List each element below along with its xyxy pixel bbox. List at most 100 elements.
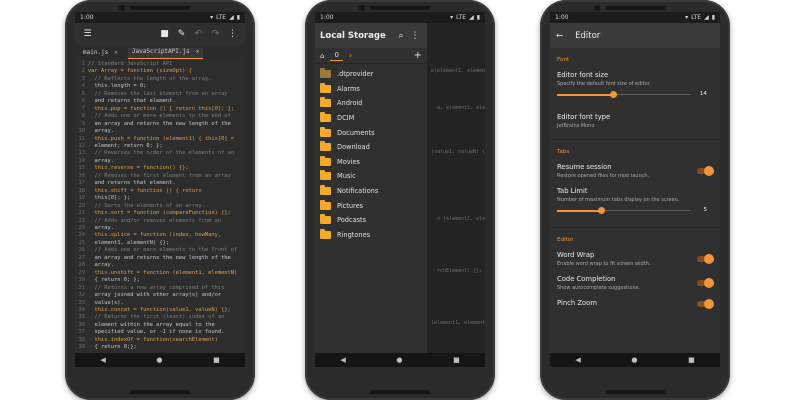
back-icon[interactable]: ◀ [575, 356, 580, 364]
code-text: { return 0;}; [88, 344, 137, 351]
file-list-item[interactable]: Ringtones [315, 228, 427, 243]
line-number: 23 [78, 224, 86, 231]
file-list-item[interactable]: DCIM [315, 111, 427, 126]
resume-session-toggle[interactable] [697, 166, 714, 176]
code-line: 21 this.sort = function (compareFunction… [75, 210, 245, 217]
line-number: 19 [78, 195, 86, 202]
setting-resume-session[interactable]: Resume session Restore opened files for … [550, 159, 720, 183]
section-header-editor: Editor [557, 237, 574, 243]
back-icon[interactable]: ◀ [100, 356, 105, 364]
code-text: var Array = function (sizeOpt) { [88, 68, 192, 75]
close-icon[interactable]: ✕ [114, 49, 118, 56]
front-camera [119, 5, 125, 11]
slider-thumb[interactable] [610, 91, 618, 98]
code-text: // Reverses the order of the elements of… [88, 150, 235, 157]
file-list-item[interactable]: Movies [315, 155, 427, 170]
more-options-icon[interactable]: ⋮ [408, 31, 422, 41]
line-number: 37 [78, 329, 86, 336]
file-list-item[interactable]: Android [315, 96, 427, 111]
file-list-item[interactable]: Alarms [315, 82, 427, 97]
battery-icon: ▮ [711, 14, 715, 21]
slider-value: 14 [699, 91, 707, 97]
pinch-zoom-toggle[interactable] [697, 299, 714, 309]
add-icon[interactable]: + [414, 50, 422, 61]
home-icon[interactable]: ● [396, 356, 402, 364]
tab-limit-slider[interactable]: 5 [557, 205, 707, 217]
file-list-item[interactable]: Podcasts [315, 213, 427, 228]
line-number: 29 [78, 269, 86, 276]
tab-main-js[interactable]: main.js ✕ [79, 49, 122, 59]
file-list-item[interactable]: Notifications [315, 184, 427, 199]
section-header-font: Font [557, 57, 570, 63]
code-line: 16 // Removes the first element from an … [75, 173, 245, 180]
code-editor-area[interactable]: 1// Standard JavaScript API 2 var Array = … [75, 59, 245, 353]
speaker-grille [605, 6, 665, 10]
code-text: and returns that element. [88, 180, 176, 187]
line-number: 34 [78, 306, 86, 313]
file-list-item[interactable]: Documents [315, 125, 427, 140]
file-list-item[interactable]: Music [315, 169, 427, 184]
back-icon[interactable]: ◀ [340, 356, 345, 364]
search-icon[interactable]: ⌕ [394, 31, 408, 41]
code-line: 34 this.concat = function(value1, valueN… [75, 307, 245, 314]
wifi-icon: ▾ [685, 14, 689, 21]
code-text: array. [88, 224, 114, 231]
code-line: 30 { return 0; }; [75, 277, 245, 284]
setting-code-completion[interactable]: Code Completion Show autocomplete sugges… [550, 271, 720, 295]
recents-icon[interactable]: ■ [213, 356, 220, 364]
setting-font-size[interactable]: Editor font size Specify the default fon… [550, 67, 720, 105]
more-options-icon[interactable]: ⋮ [224, 29, 241, 39]
home-icon[interactable]: ● [156, 356, 162, 364]
setting-font-type[interactable]: Editor font type JetBrains Mono [550, 105, 720, 133]
slider-thumb[interactable] [598, 207, 606, 214]
home-icon[interactable]: ⌂ [320, 52, 324, 60]
menu-icon[interactable]: ☰ [79, 29, 96, 39]
phone-file-explorer: 1:00 ▾LTE◢▮ e(element1, elementN) a, ele… [305, 0, 495, 400]
close-icon[interactable]: ✕ [196, 48, 200, 55]
file-list-item[interactable]: Download [315, 140, 427, 155]
code-text: this.length = 0; [88, 83, 147, 90]
tab-javascript-api[interactable]: JavaScriptAPI.js ✕ [127, 48, 204, 59]
code-text: and returns that element. [88, 98, 176, 105]
code-line: 24 this.splice = function (index, howMan… [75, 232, 245, 239]
line-number: 7 [81, 105, 85, 112]
line-number: 2 [81, 68, 85, 75]
status-bar: 1:00 ▾ LTE ◢ ▮ [75, 12, 245, 23]
line-number: 14 [78, 157, 86, 164]
edit-pencil-icon[interactable]: ✎ [173, 29, 190, 39]
folder-icon [320, 126, 331, 137]
line-number: 11 [78, 135, 86, 142]
code-text: an array and returns the new length of t… [88, 254, 231, 261]
breadcrumb-item-root[interactable]: 0 [330, 50, 343, 61]
code-line: 6 and returns that element. [75, 98, 245, 105]
home-icon[interactable]: ● [631, 356, 637, 364]
font-size-slider[interactable]: 14 [557, 89, 707, 101]
code-line: 9 an array and returns the new length of… [75, 121, 245, 128]
file-list-item[interactable]: Pictures [315, 198, 427, 213]
folder-icon [320, 199, 331, 210]
line-number: 31 [78, 284, 86, 291]
redo-icon[interactable]: ↷ [207, 29, 224, 39]
recents-icon[interactable]: ■ [688, 356, 695, 364]
back-arrow-icon[interactable]: ← [556, 31, 563, 41]
word-wrap-toggle[interactable] [697, 254, 714, 264]
line-number: 16 [78, 172, 86, 179]
folder-icon [320, 155, 331, 166]
file-name: Ringtones [337, 230, 371, 239]
setting-subtitle: Number of maximum tabs display on the sc… [557, 197, 680, 203]
line-number: 28 [78, 262, 86, 269]
code-line: 27 an array and returns the new length o… [75, 255, 245, 262]
folder-icon[interactable]: ■ [156, 29, 173, 39]
recents-icon[interactable]: ■ [453, 356, 460, 364]
setting-word-wrap[interactable]: Word Wrap Enable word wrap to fit screen… [550, 247, 720, 271]
network-label: LTE [691, 14, 702, 21]
code-text: array. [88, 262, 114, 269]
file-list: .dtprovider Alarms Android DCIM Documents Dow… [315, 64, 427, 242]
setting-subtitle: Restore opened files for next launch. [557, 173, 650, 179]
setting-pinch-zoom[interactable]: Pinch Zoom [550, 295, 720, 311]
code-text: // Returns the first (least) index of an [88, 314, 225, 321]
undo-icon[interactable]: ↶ [190, 29, 207, 39]
setting-tab-limit[interactable]: Tab Limit Number of maximum tabs display… [550, 183, 720, 221]
file-list-item[interactable]: .dtprovider [315, 67, 427, 82]
code-completion-toggle[interactable] [697, 278, 714, 288]
